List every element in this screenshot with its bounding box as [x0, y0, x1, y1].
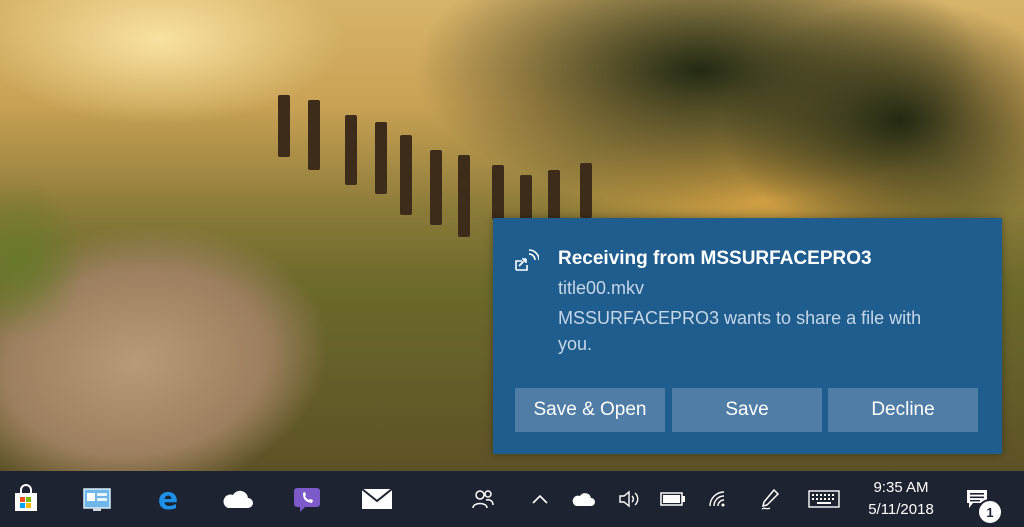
- clock-date: 5/11/2018: [868, 501, 934, 518]
- clock-time: 9:35 AM: [873, 479, 929, 496]
- keyboard-icon[interactable]: [806, 487, 842, 511]
- wallpaper-fence-post: [345, 115, 357, 185]
- control-panel-icon[interactable]: [79, 481, 115, 517]
- wallpaper-fence-post: [430, 150, 442, 225]
- save-and-open-button[interactable]: Save & Open: [515, 388, 665, 432]
- notification-filename: title00.mkv: [558, 278, 645, 298]
- taskbar-clock[interactable]: 9:35 AM 5/11/2018: [856, 477, 946, 521]
- wifi-icon[interactable]: [705, 487, 731, 511]
- battery-icon[interactable]: [660, 487, 686, 511]
- onedrive-icon[interactable]: [219, 481, 255, 517]
- chevron-up-icon[interactable]: [527, 487, 553, 511]
- wallpaper-fence-post: [520, 175, 532, 220]
- pen-icon[interactable]: [757, 487, 783, 511]
- edge-icon[interactable]: e: [150, 481, 186, 517]
- share-notification-toast[interactable]: Receiving from MSSURFACEPRO3 title00.mkv…: [493, 218, 1002, 454]
- wallpaper-fence-post: [492, 165, 504, 220]
- wallpaper-fence-post: [580, 163, 592, 218]
- wallpaper-fence-post: [548, 170, 560, 220]
- store-icon[interactable]: [8, 481, 44, 517]
- mail-icon[interactable]: [359, 481, 395, 517]
- wallpaper-fence-post: [375, 122, 387, 194]
- people-icon[interactable]: [470, 487, 496, 511]
- viber-icon[interactable]: [289, 481, 325, 517]
- decline-button[interactable]: Decline: [828, 388, 978, 432]
- save-button[interactable]: Save: [672, 388, 822, 432]
- wallpaper-fence-post: [458, 155, 470, 237]
- volume-icon[interactable]: [616, 487, 642, 511]
- wallpaper-fence-post: [278, 95, 290, 157]
- wallpaper-grass: [0, 180, 90, 340]
- onedrive-tray-icon[interactable]: [570, 487, 596, 511]
- taskbar: e 9:35 AM 5/11/2018: [0, 471, 1024, 527]
- notification-message: MSSURFACEPRO3 wants to share a file with…: [558, 308, 922, 354]
- svg-text:e: e: [158, 484, 178, 514]
- notification-title: Receiving from MSSURFACEPRO3: [558, 248, 872, 269]
- wallpaper-fence-post: [308, 100, 320, 170]
- notification-count-badge: 1: [977, 499, 1003, 525]
- wallpaper-fence-post: [400, 135, 412, 215]
- nearby-share-icon: [513, 248, 540, 274]
